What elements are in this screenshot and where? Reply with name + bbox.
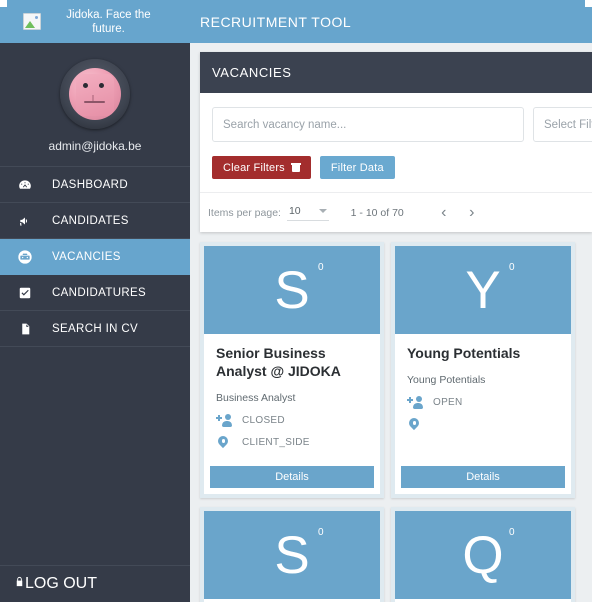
- sidebar-item-dashboard[interactable]: DASHBOARD: [0, 167, 190, 203]
- card-body: Senior Business Analyst @ JIDOKA Busines…: [204, 334, 380, 466]
- filter-zone: Search vacancy name... Select Filters Cl…: [200, 93, 592, 179]
- card-thumbnail: Q 0: [395, 511, 571, 599]
- briefcase-icon: [14, 249, 36, 265]
- profile-email: admin@jidoka.be: [48, 139, 142, 153]
- document-icon: [14, 322, 36, 336]
- sidebar-item-label: SEARCH IN CV: [52, 322, 138, 335]
- sidebar-item-label: CANDIDATES: [52, 214, 129, 227]
- scroll-corner-top-left: [0, 0, 7, 7]
- previous-page-button[interactable]: ‹: [430, 204, 458, 222]
- details-button[interactable]: Details: [210, 466, 374, 488]
- app-root: Jidoka. Face the future. admin@jidoka.be: [0, 0, 592, 602]
- dashboard-icon: [14, 178, 36, 192]
- person-add-icon: [407, 396, 423, 409]
- profile-block: admin@jidoka.be: [0, 43, 190, 167]
- avatar: [60, 59, 130, 129]
- card-status-label: CLOSED: [242, 415, 285, 426]
- sidebar-item-label: VACANCIES: [52, 250, 121, 263]
- main-area: RECRUITMENT TOOL VACANCIES Search vacanc…: [190, 0, 592, 602]
- avatar-face-plate: [76, 74, 114, 116]
- vacancies-panel: VACANCIES Search vacancy name... Select …: [200, 52, 592, 232]
- brand-text: Jidoka. Face the future.: [66, 8, 151, 35]
- person-add-icon: [216, 414, 232, 427]
- card-initial: S: [274, 525, 310, 585]
- card-status-label: OPEN: [433, 397, 463, 408]
- avatar-eye-right: [99, 83, 104, 88]
- sidebar-item-candidates[interactable]: CANDIDATES: [0, 203, 190, 239]
- panel-title: VACANCIES: [212, 65, 292, 80]
- avatar-eye-left: [83, 83, 88, 88]
- lock-icon: [14, 575, 25, 593]
- checkbox-icon: [14, 286, 36, 300]
- details-button[interactable]: Details: [401, 466, 565, 488]
- items-per-page-label: Items per page:: [208, 206, 281, 219]
- sidebar-item-candidatures[interactable]: CANDIDATURES: [0, 275, 190, 311]
- card-candidate-count: 0: [318, 527, 324, 538]
- logout-label: LOG OUT: [25, 575, 98, 592]
- content-area: VACANCIES Search vacancy name... Select …: [190, 43, 592, 602]
- sidebar-item-vacancies[interactable]: VACANCIES: [0, 239, 190, 275]
- vacancy-card[interactable]: S 0 Senior Business Analyst @ JIDOKA Bus…: [200, 242, 384, 498]
- page-range-label: 1 - 10 of 70: [350, 206, 404, 219]
- card-location-row: [407, 418, 559, 431]
- megaphone-icon: [14, 214, 36, 228]
- card-status-row: OPEN: [407, 396, 559, 409]
- logout-section: LOG OUT: [0, 565, 190, 602]
- search-input[interactable]: Search vacancy name...: [212, 107, 524, 142]
- vacancy-card[interactable]: S 0: [200, 507, 384, 602]
- filter-data-button[interactable]: Filter Data: [319, 156, 395, 179]
- panel-header: VACANCIES: [200, 52, 592, 93]
- trash-icon: [290, 163, 301, 172]
- card-candidate-count: 0: [509, 262, 515, 273]
- card-title: Young Potentials: [407, 345, 521, 361]
- card-location-row: CLIENT_SIDE: [216, 436, 368, 449]
- card-initial: Y: [465, 260, 501, 320]
- page-size-select[interactable]: 10: [286, 204, 329, 221]
- sidebar-item-search-in-cv[interactable]: SEARCH IN CV: [0, 311, 190, 347]
- card-thumbnail: Y 0: [395, 246, 571, 334]
- avatar-face-icon: [69, 68, 121, 120]
- card-title: Senior Business Analyst @ JIDOKA: [216, 345, 341, 379]
- broken-image-icon: [22, 13, 41, 30]
- page-title: RECRUITMENT TOOL: [200, 13, 352, 30]
- card-thumbnail: S 0: [204, 246, 380, 334]
- filter-data-label: Filter Data: [330, 161, 384, 174]
- select-filters-dropdown[interactable]: Select Filters: [533, 107, 592, 142]
- vacancy-card[interactable]: Y 0 Young Potentials Young Potentials OP…: [391, 242, 575, 498]
- card-candidate-count: 0: [509, 527, 515, 538]
- card-initial: Q: [462, 525, 504, 585]
- clear-filters-label: Clear Filters: [223, 161, 285, 174]
- top-bar: RECRUITMENT TOOL: [190, 0, 592, 43]
- next-page-button[interactable]: ›: [458, 204, 486, 222]
- location-pin-icon: [407, 418, 423, 431]
- sidebar: Jidoka. Face the future. admin@jidoka.be: [0, 0, 190, 602]
- sidebar-nav: DASHBOARD CANDIDATES VACANCIES CANDIDATU…: [0, 167, 190, 347]
- vacancy-card[interactable]: Q 0: [391, 507, 575, 602]
- card-initial: S: [274, 260, 310, 320]
- clear-filters-button[interactable]: Clear Filters: [212, 156, 311, 179]
- card-row: S 0 Senior Business Analyst @ JIDOKA Bus…: [200, 242, 592, 498]
- avatar-mouth: [84, 101, 105, 103]
- sidebar-item-label: DASHBOARD: [52, 178, 128, 191]
- sidebar-item-label: CANDIDATURES: [52, 286, 147, 299]
- vacancy-card-grid: S 0 Senior Business Analyst @ JIDOKA Bus…: [200, 232, 592, 602]
- scroll-corner-top-right: [585, 0, 592, 7]
- chevron-down-icon: [318, 208, 327, 213]
- card-body: Young Potentials Young Potentials OPEN: [395, 334, 571, 466]
- location-pin-icon: [216, 436, 232, 449]
- card-subtitle: Business Analyst: [216, 392, 296, 404]
- card-row: S 0 Q 0: [200, 507, 592, 602]
- card-location-label: CLIENT_SIDE: [242, 437, 310, 448]
- filter-row: Search vacancy name... Select Filters: [212, 107, 592, 142]
- card-subtitle: Young Potentials: [407, 374, 486, 386]
- sidebar-brand[interactable]: Jidoka. Face the future.: [0, 0, 190, 43]
- filter-button-row: Clear Filters Filter Data: [212, 156, 580, 179]
- card-candidate-count: 0: [318, 262, 324, 273]
- page-size-value: 10: [288, 204, 301, 217]
- card-status-row: CLOSED: [216, 414, 368, 427]
- paginator: Items per page: 10 1 - 10 of 70 ‹ ›: [200, 192, 592, 232]
- card-thumbnail: S 0: [204, 511, 380, 599]
- logout-button[interactable]: LOG OUT: [0, 566, 190, 602]
